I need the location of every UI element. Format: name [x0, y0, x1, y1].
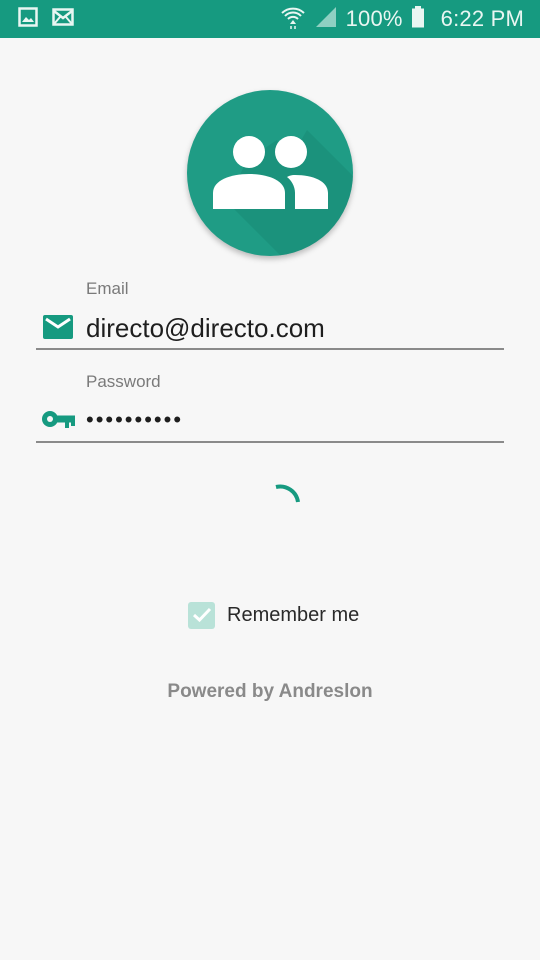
status-bar: 100% 6:22 PM [0, 0, 540, 38]
remember-me-checkbox[interactable] [188, 601, 215, 629]
password-field[interactable]: •••••••••• [86, 407, 183, 433]
mail-icon [52, 7, 74, 31]
email-underline [36, 348, 504, 350]
email-label: Email [86, 279, 129, 298]
battery-icon [411, 5, 425, 33]
password-underline [36, 441, 504, 443]
checkmark-icon [192, 607, 211, 623]
image-icon [18, 6, 38, 32]
password-label: Password [86, 372, 161, 391]
app-logo [187, 90, 353, 256]
spinner-icon [275, 484, 300, 503]
email-field[interactable]: directo@directo.com [86, 313, 325, 344]
battery-percent: 100% [345, 6, 403, 31]
people-group-icon [213, 130, 353, 256]
wifi-icon [280, 5, 306, 34]
powered-by-text: Powered by Andreslon [167, 681, 373, 702]
status-bar-right: 100% 6:22 PM [280, 5, 524, 34]
remember-me-row[interactable]: Remember me [188, 600, 359, 630]
signal-icon [314, 6, 338, 33]
key-icon [42, 408, 76, 435]
mail-icon [42, 314, 74, 345]
remember-me-label[interactable]: Remember me [227, 604, 359, 627]
status-bar-left [18, 6, 74, 32]
clock: 6:22 PM [440, 6, 524, 31]
